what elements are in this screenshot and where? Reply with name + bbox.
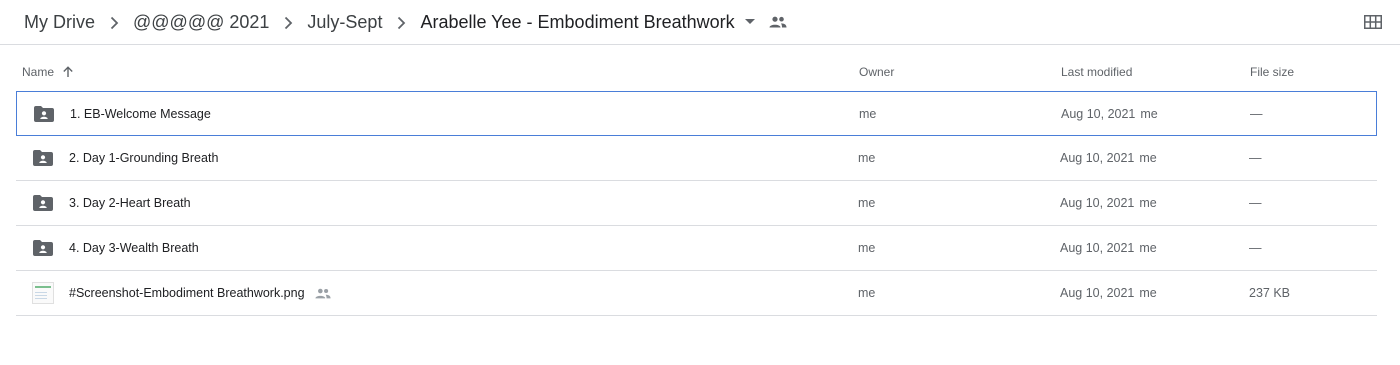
modified-date: Aug 10, 2021	[1060, 196, 1135, 210]
modified-date: Aug 10, 2021	[1061, 107, 1136, 121]
modified-by: me	[1139, 196, 1157, 210]
file-list: 1. EB-Welcome Message me Aug 10, 2021 me …	[16, 91, 1377, 316]
shared-folder-icon	[32, 226, 54, 270]
last-modified: Aug 10, 2021 me	[1060, 271, 1157, 315]
shared-folder-icon	[32, 181, 54, 225]
column-header-name[interactable]: Name	[22, 65, 74, 79]
last-modified: Aug 10, 2021 me	[1060, 181, 1157, 225]
modified-by: me	[1139, 241, 1157, 255]
arrow-up-icon	[63, 66, 73, 77]
column-header-owner[interactable]: Owner	[859, 65, 894, 79]
file-name: 4. Day 3-Wealth Breath	[69, 241, 199, 255]
file-name: #Screenshot-Embodiment Breathwork.png	[69, 286, 305, 300]
file-name: 1. EB-Welcome Message	[70, 107, 211, 121]
last-modified: Aug 10, 2021 me	[1061, 92, 1158, 136]
last-modified: Aug 10, 2021 me	[1060, 136, 1157, 180]
modified-by: me	[1140, 107, 1158, 121]
owner: me	[858, 196, 876, 210]
breadcrumb-quarter-folder[interactable]: July-Sept	[307, 12, 382, 33]
table-header: Name Owner Last modified File size	[16, 52, 1377, 90]
table-row[interactable]: 4. Day 3-Wealth Breath me Aug 10, 2021 me…	[16, 226, 1377, 271]
owner: me	[859, 107, 877, 121]
file-name: 2. Day 1-Grounding Breath	[69, 151, 219, 165]
owner: me	[858, 241, 876, 255]
modified-date: Aug 10, 2021	[1060, 241, 1135, 255]
breadcrumb: My Drive @@@@@ 2021 July-Sept Arabelle Y…	[24, 9, 787, 35]
table-row[interactable]: 2. Day 1-Grounding Breath me Aug 10, 202…	[16, 136, 1377, 181]
breadcrumb-current-folder[interactable]: Arabelle Yee - Embodiment Breathwork	[420, 12, 734, 33]
top-bar: My Drive @@@@@ 2021 July-Sept Arabelle Y…	[0, 0, 1400, 45]
modified-date: Aug 10, 2021	[1060, 286, 1135, 300]
grid-view-icon[interactable]	[1362, 13, 1384, 31]
file-size: 237 KB	[1249, 286, 1291, 300]
image-thumbnail-icon	[32, 271, 54, 315]
last-modified: Aug 10, 2021 me	[1060, 226, 1157, 270]
breadcrumb-my-drive[interactable]: My Drive	[24, 12, 95, 33]
column-header-last-modified[interactable]: Last modified	[1061, 65, 1132, 79]
file-name-cell: #Screenshot-Embodiment Breathwork.png	[69, 271, 331, 315]
file-size: —	[1250, 107, 1263, 121]
file-size: —	[1249, 151, 1262, 165]
file-size: —	[1249, 241, 1262, 255]
chevron-right-icon	[382, 12, 420, 33]
shared-folder-icon	[32, 136, 54, 180]
file-size: —	[1249, 196, 1262, 210]
table-row[interactable]: 3. Day 2-Heart Breath me Aug 10, 2021 me …	[16, 181, 1377, 226]
column-label-name: Name	[22, 65, 55, 79]
chevron-right-icon	[95, 12, 133, 33]
file-name: 3. Day 2-Heart Breath	[69, 196, 191, 210]
shared-folder-icon	[33, 92, 55, 136]
owner: me	[858, 286, 876, 300]
modified-by: me	[1139, 151, 1157, 165]
chevron-right-icon	[269, 12, 307, 33]
table-row[interactable]: 1. EB-Welcome Message me Aug 10, 2021 me …	[16, 91, 1377, 136]
column-header-file-size[interactable]: File size	[1250, 65, 1294, 79]
modified-by: me	[1139, 286, 1157, 300]
breadcrumb-year-folder[interactable]: @@@@@ 2021	[133, 12, 269, 33]
modified-date: Aug 10, 2021	[1060, 151, 1135, 165]
people-icon	[769, 16, 787, 28]
caret-down-icon[interactable]	[744, 19, 755, 25]
people-icon	[314, 288, 331, 299]
owner: me	[858, 151, 876, 165]
table-row[interactable]: #Screenshot-Embodiment Breathwork.png me…	[16, 271, 1377, 316]
